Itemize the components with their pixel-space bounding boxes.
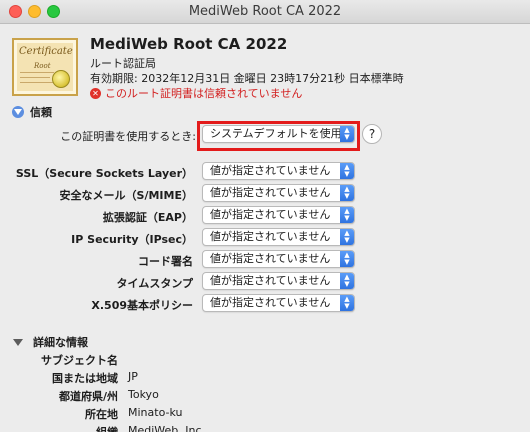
- trust-row-label: IP Security（IPsec）: [71, 233, 193, 246]
- certificate-icon-line: [20, 72, 54, 73]
- trust-select-ssl[interactable]: 値が指定されていません ▲ ▼: [202, 162, 355, 180]
- detail-field-value: Minato-ku: [128, 406, 183, 419]
- help-button[interactable]: ?: [362, 124, 382, 144]
- trust-row-label: タイムスタンプ: [116, 277, 193, 290]
- select-arrows-icon: ▲ ▼: [340, 229, 354, 245]
- trust-select-timestamp[interactable]: 値が指定されていません ▲ ▼: [202, 272, 355, 290]
- detail-field-label: 組織: [10, 424, 118, 432]
- certificate-icon: Certificate Root: [12, 38, 78, 96]
- trust-select-value: 値が指定されていません: [210, 274, 331, 287]
- trust-section-label: 信頼: [30, 106, 52, 119]
- select-arrows-icon: ▲ ▼: [340, 295, 354, 311]
- select-arrows-icon: ▲ ▼: [340, 207, 354, 223]
- trust-select-value: 値が指定されていません: [210, 252, 331, 265]
- details-section-toggle[interactable]: 詳細な情報: [13, 334, 88, 350]
- select-arrows-icon: ▲ ▼: [340, 251, 354, 267]
- certificate-kind: ルート認証局: [90, 57, 156, 70]
- select-arrows-icon: ▲ ▼: [340, 185, 354, 201]
- trust-select-ipsec[interactable]: 値が指定されていません ▲ ▼: [202, 228, 355, 246]
- certificate-details-pane: Certificate Root MediWeb Root CA 2022 ルー…: [0, 25, 530, 432]
- select-arrows-icon: ▲ ▼: [340, 273, 354, 289]
- detail-field-value: Tokyo: [128, 388, 159, 401]
- trust-select-value: 値が指定されていません: [210, 186, 331, 199]
- detail-field-label: 国または地域: [52, 372, 118, 385]
- trust-select-value: 値が指定されていません: [210, 208, 331, 221]
- certificate-seal-icon: [52, 70, 70, 88]
- error-icon: ✕: [90, 87, 101, 99]
- details-section-label: 詳細な情報: [33, 336, 88, 349]
- trust-select-value: 値が指定されていません: [210, 230, 331, 243]
- detail-field-label: 所在地: [85, 408, 118, 421]
- certificate-icon-text: Certificate: [19, 46, 73, 57]
- detail-field-value: MediWeb, Inc.: [128, 424, 206, 432]
- certificate-name: MediWeb Root CA 2022: [90, 35, 288, 53]
- certificate-icon-subtext: Root: [34, 62, 51, 70]
- when-using-label: この証明書を使用するとき:: [60, 130, 196, 143]
- trust-select-value: 値が指定されていません: [210, 296, 331, 309]
- certificate-expiry: 有効期限: 2032年12月31日 金曜日 23時17分21秒 日本標準時: [90, 72, 404, 85]
- trust-row-label: SSL（Secure Sockets Layer）: [15, 167, 193, 180]
- window-title: MediWeb Root CA 2022: [188, 4, 342, 19]
- certificate-warning-text: このルート証明書は信頼されていません: [105, 87, 303, 100]
- detail-field-value: JP: [128, 370, 138, 383]
- title-bar: MediWeb Root CA 2022: [0, 0, 530, 24]
- highlight-annotation: [197, 121, 360, 151]
- select-arrows-icon: ▲ ▼: [340, 163, 354, 179]
- certificate-icon-line: [20, 77, 50, 78]
- trust-section-toggle[interactable]: 信頼: [12, 104, 52, 120]
- trust-row-label: コード署名: [138, 255, 193, 268]
- detail-field-label: 都道府県/州: [58, 390, 118, 403]
- subject-name-heading: サブジェクト名: [41, 354, 118, 367]
- trust-row-label: 安全なメール（S/MIME）: [59, 189, 193, 202]
- trust-select-x509[interactable]: 値が指定されていません ▲ ▼: [202, 294, 355, 312]
- certificate-icon-line: [20, 82, 54, 83]
- trust-select-value: 値が指定されていません: [210, 164, 331, 177]
- disclosure-open-icon: [12, 106, 24, 118]
- trust-row-label: X.509基本ポリシー: [91, 299, 193, 312]
- disclosure-open-icon: [13, 338, 23, 346]
- trust-select-smime[interactable]: 値が指定されていません ▲ ▼: [202, 184, 355, 202]
- certificate-warning: ✕ このルート証明書は信頼されていません: [90, 85, 302, 101]
- trust-select-eap[interactable]: 値が指定されていません ▲ ▼: [202, 206, 355, 224]
- trust-select-code-signing[interactable]: 値が指定されていません ▲ ▼: [202, 250, 355, 268]
- trust-row-label: 拡張認証（EAP）: [102, 211, 193, 224]
